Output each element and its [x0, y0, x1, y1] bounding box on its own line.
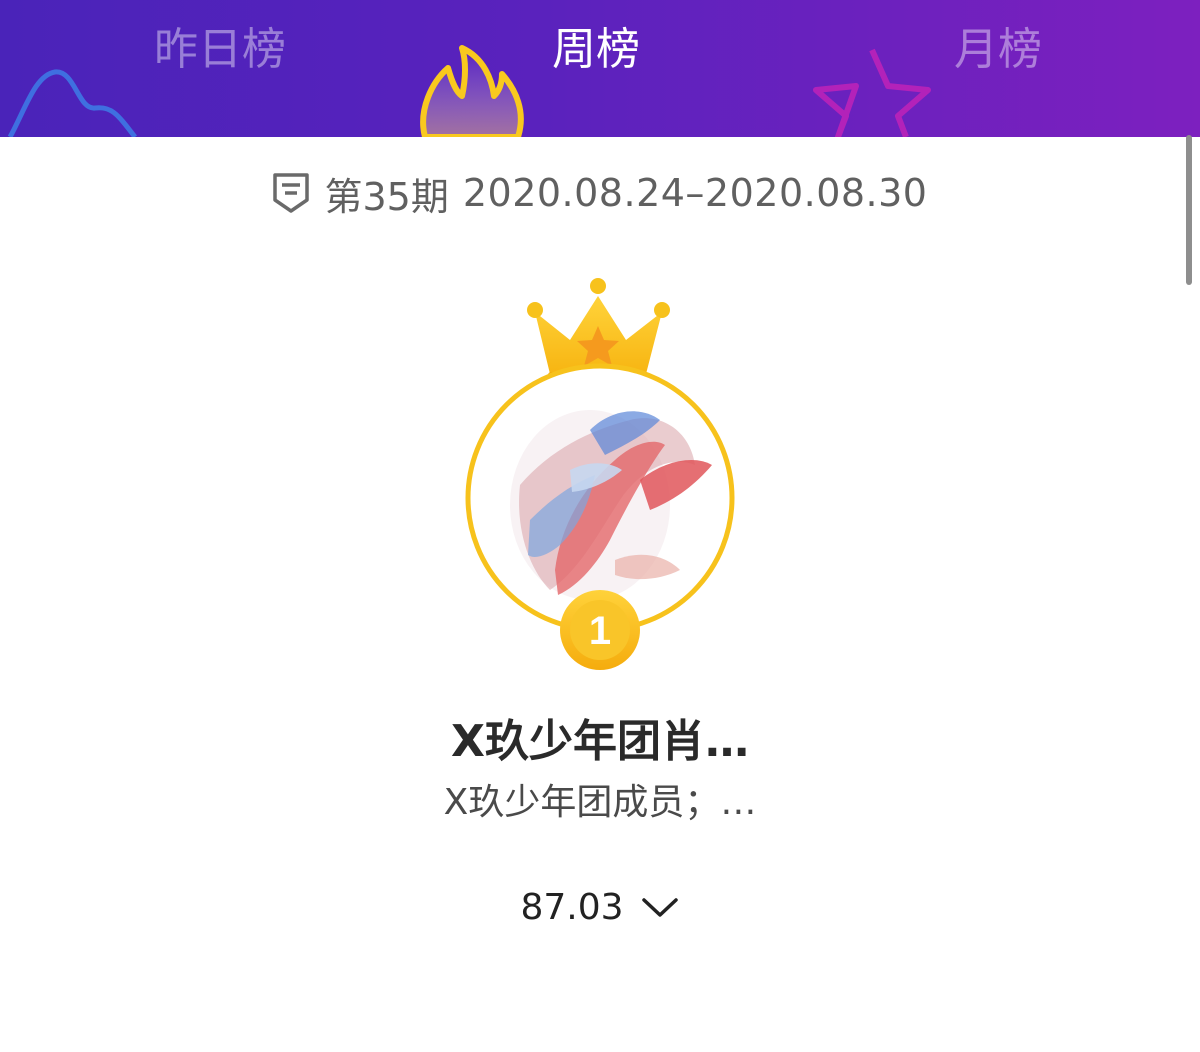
weekly-ranking-page: 昨日榜 周榜 月榜 第35期 2020.08.24–2020.08.30 1 X… [0, 0, 1200, 1052]
period-date-range: 2020.08.24–2020.08.30 [462, 171, 928, 215]
period-issue: 第35期 [324, 174, 449, 219]
score-toggle[interactable]: 87.03 [0, 880, 1200, 934]
tab-yesterday[interactable]: 昨日榜 [100, 20, 340, 80]
badge-list-icon [273, 173, 310, 213]
ranking-tabs-header: 昨日榜 周榜 月榜 [0, 0, 1200, 137]
top-rank-card[interactable]: 1 [440, 270, 760, 680]
period-info: 第35期 2020.08.24–2020.08.30 [0, 165, 1200, 221]
tab-monthly[interactable]: 月榜 [878, 20, 1118, 80]
entry-score: 87.03 [520, 886, 624, 928]
avatar-frame: 1 [465, 278, 735, 670]
tab-weekly[interactable]: 周榜 [476, 20, 716, 80]
wave-icon [7, 69, 137, 137]
entry-description: X玖少年团成员；… [443, 782, 757, 823]
entry-name[interactable]: X玖少年团肖… [0, 705, 1200, 769]
chevron-down-icon [641, 898, 678, 917]
rank-number: 1 [589, 609, 611, 653]
